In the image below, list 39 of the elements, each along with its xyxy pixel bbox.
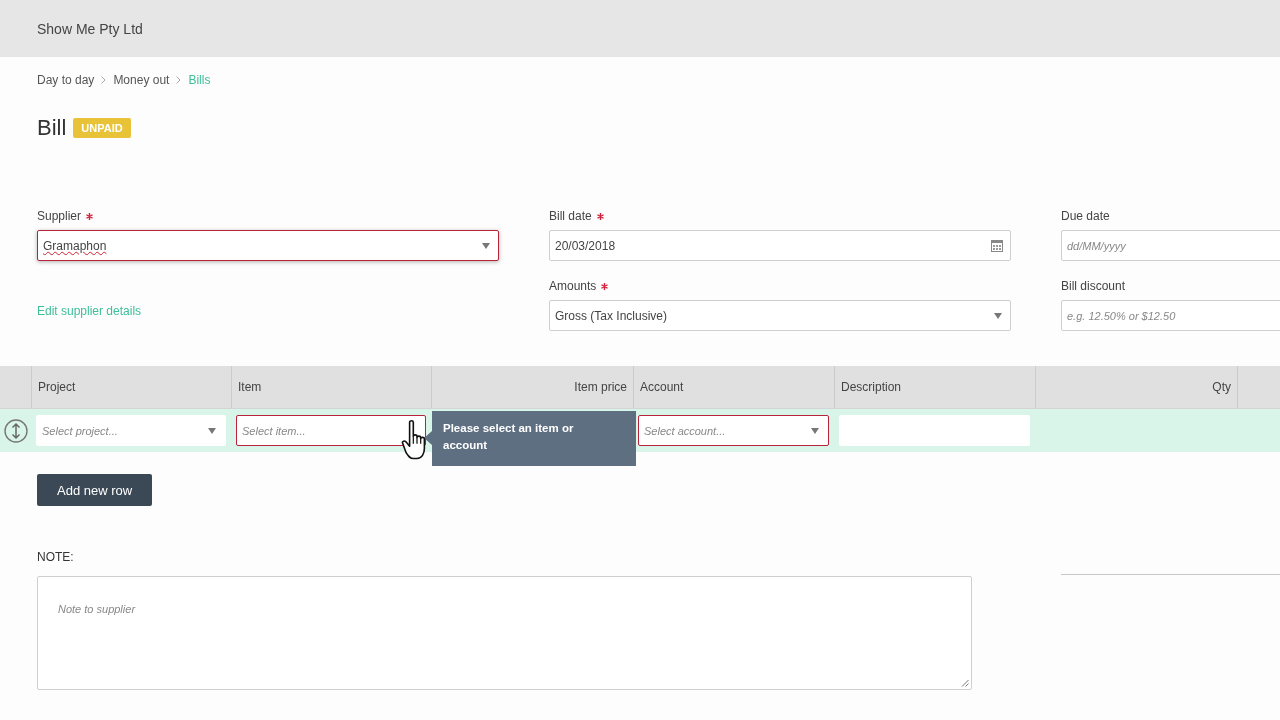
column-header: Item — [231, 366, 431, 408]
field-label: Bill discount — [1061, 278, 1126, 294]
field-label: Supplier — [37, 208, 82, 224]
note-field[interactable]: Note to supplier — [37, 576, 972, 690]
input-field[interactable] — [839, 415, 1030, 446]
tooltip: Please select an item or account — [424, 411, 636, 466]
column-header: Item price — [431, 366, 633, 408]
column-header: Account — [633, 366, 834, 408]
select-field[interactable]: Select account... — [638, 415, 829, 446]
resize-grip-icon[interactable] — [961, 679, 969, 687]
page-title: Bill — [37, 114, 67, 142]
field-label: Amounts — [549, 278, 597, 294]
breadcrumb-link[interactable]: Day to day — [37, 72, 95, 88]
field-label: Bill date — [549, 208, 592, 224]
caret-icon — [208, 427, 216, 434]
caret-icon — [811, 427, 819, 434]
input-field[interactable]: dd/MM/yyyy — [1061, 230, 1280, 261]
column-header: Qty — [1035, 366, 1237, 408]
add-row-button[interactable]: Add new row — [37, 474, 153, 506]
caret-icon — [994, 312, 1002, 319]
breadcrumb-link[interactable]: Bills — [188, 72, 211, 88]
company-name: Show Me Pty Ltd — [37, 20, 143, 37]
status-badge: UNPAID — [73, 118, 131, 138]
select-field[interactable]: Select item... — [236, 415, 426, 446]
input-field[interactable]: e.g. 12.50% or $12.50 — [1061, 300, 1280, 331]
note-label: NOTE: — [37, 549, 74, 565]
date-field[interactable]: 20/03/2018 — [549, 230, 1011, 261]
select-field[interactable]: Gross (Tax Inclusive) — [549, 300, 1011, 331]
caret-icon — [482, 242, 490, 249]
edit-supplier-link[interactable]: Edit supplier details — [37, 304, 142, 318]
chevron-right-icon — [176, 76, 182, 84]
calendar-icon — [991, 239, 1003, 252]
select-field[interactable]: Select project... — [36, 415, 226, 446]
chevron-right-icon — [101, 76, 107, 84]
breadcrumb-link[interactable]: Money out — [113, 72, 170, 88]
field-label: Due date — [1061, 208, 1110, 224]
column-header: Description — [834, 366, 1035, 408]
column-header: Project — [31, 366, 231, 408]
select-field[interactable]: Gramaphon — [37, 230, 499, 261]
